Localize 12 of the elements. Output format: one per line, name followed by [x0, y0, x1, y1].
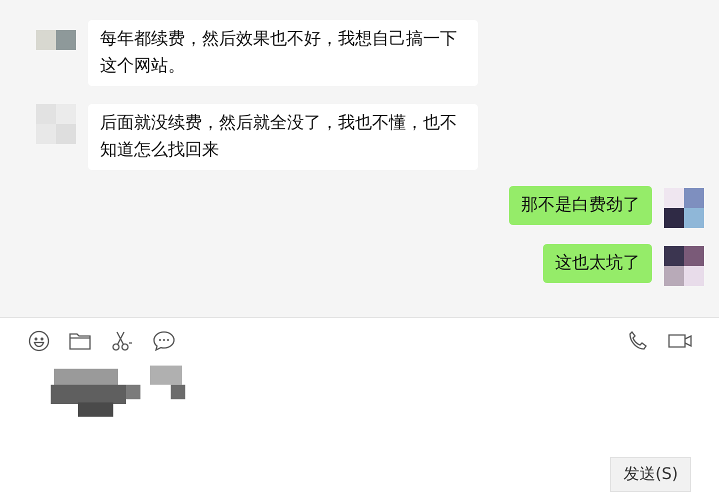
send-button[interactable]: 发送(S)	[610, 457, 691, 492]
emoji-icon[interactable]	[28, 330, 50, 352]
chat-icon[interactable]	[152, 330, 176, 352]
phone-icon[interactable]	[627, 330, 649, 352]
message-bubble: 这也太坑了	[543, 244, 652, 283]
avatar-icon	[36, 30, 76, 50]
message-bubble: 那不是白费劲了	[509, 186, 652, 225]
message-bubble: 后面就没续费，然后就全没了，我也不懂，也不知道怎么找回来	[88, 104, 478, 170]
scissors-icon[interactable]	[110, 330, 134, 352]
avatar-icon	[664, 188, 704, 228]
message-bubble: 每年都续费，然后效果也不好，我想自己搞一下这个网站。	[88, 20, 478, 86]
avatar-icon	[664, 246, 704, 286]
